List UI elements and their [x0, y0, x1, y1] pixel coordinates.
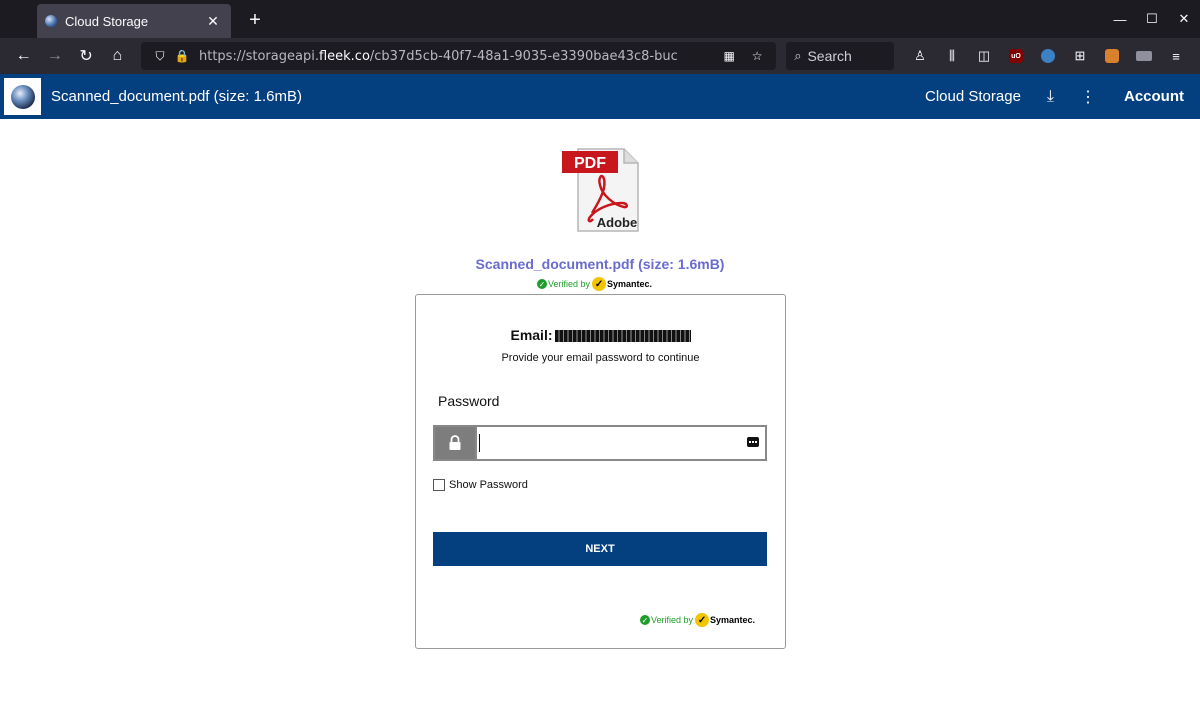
close-tab-icon[interactable]: ✕ — [205, 13, 221, 30]
text-caret — [479, 434, 480, 452]
symantec-check-icon: ✓ — [695, 613, 710, 627]
password-manager-icon[interactable] — [747, 437, 759, 447]
globe-favicon-icon — [45, 15, 57, 27]
shield-icon[interactable]: ⛉ — [149, 49, 171, 64]
email-line: Email: — [416, 327, 785, 343]
password-field-group — [433, 425, 767, 461]
main-content: PDF Adobe Scanned_document.pdf (size: 1.… — [0, 119, 1200, 720]
new-tab-icon[interactable]: + — [245, 9, 265, 32]
next-button[interactable]: NEXT — [433, 532, 767, 566]
check-circle-icon: ✓ — [537, 279, 547, 289]
extension-person-icon[interactable] — [1096, 42, 1128, 70]
sphere-logo-icon — [10, 84, 35, 109]
show-password-label: Show Password — [449, 479, 528, 491]
tab-title: Cloud Storage — [65, 13, 149, 29]
hamburger-menu-icon[interactable]: ≡ — [1160, 42, 1192, 70]
redacted-email — [554, 330, 691, 343]
bookmark-star-icon[interactable]: ☆ — [746, 49, 768, 63]
symantec-check-icon: ✓ — [592, 277, 607, 291]
email-label: Email: — [510, 327, 553, 343]
lock-icon — [435, 427, 475, 459]
check-circle-icon: ✓ — [640, 615, 650, 625]
password-input[interactable] — [475, 427, 765, 459]
lock-icon[interactable]: 🔒 — [171, 49, 193, 63]
instruction-text: Provide your email password to continue — [501, 352, 700, 364]
qr-code-icon[interactable]: ▦ — [718, 49, 740, 63]
library-icon[interactable]: ⫼ — [936, 42, 968, 70]
pdf-file-icon: PDF Adobe — [562, 148, 639, 232]
window-controls: — ☐ ✕ — [1104, 0, 1200, 38]
home-icon[interactable]: ⌂ — [102, 42, 133, 70]
show-password-toggle[interactable]: Show Password — [433, 479, 528, 491]
browser-tab[interactable]: Cloud Storage ✕ — [37, 4, 231, 38]
pdf-badge-text: PDF — [574, 155, 606, 172]
extension-toolbar: ♙ ⫼ ◫ uO ⊞ ≡ — [904, 42, 1192, 70]
search-placeholder: Search — [807, 48, 852, 64]
logo[interactable] — [4, 78, 41, 115]
file-name-heading: Scanned_document.pdf (size: 1.6mB) — [475, 256, 725, 272]
search-input[interactable]: ⌕ Search — [786, 42, 894, 70]
sidebar-icon[interactable]: ◫ — [968, 42, 1000, 70]
extensions-grid-icon[interactable]: ⊞ — [1064, 42, 1096, 70]
url-text[interactable]: https://storageapi.fleek.co/cb37d5cb-40f… — [199, 49, 712, 64]
downloads-person-icon[interactable]: ♙ — [904, 42, 936, 70]
ublock-icon[interactable]: uO — [1000, 42, 1032, 70]
forward-arrow-icon[interactable]: → — [39, 42, 70, 70]
account-link[interactable]: Account — [1124, 88, 1184, 105]
verified-badge-top: ✓ Verified by ✓ Symantec. — [537, 277, 653, 291]
show-password-checkbox[interactable] — [433, 479, 445, 491]
download-icon[interactable]: ⤓ — [1047, 88, 1054, 106]
search-icon: ⌕ — [794, 48, 802, 63]
reload-icon[interactable]: ↻ — [71, 42, 102, 70]
app-header: Scanned_document.pdf (size: 1.6mB) Cloud… — [0, 74, 1200, 119]
navigation-toolbar: ← → ↻ ⌂ ⛉ 🔒 https://storageapi.fleek.co/… — [0, 38, 1200, 74]
extension-ball-icon[interactable] — [1032, 42, 1064, 70]
minimize-icon[interactable]: — — [1104, 12, 1136, 27]
back-arrow-icon[interactable]: ← — [8, 42, 39, 70]
pdf-brand-text: Adobe — [597, 215, 637, 230]
maximize-icon[interactable]: ☐ — [1136, 11, 1168, 27]
close-window-icon[interactable]: ✕ — [1168, 11, 1200, 27]
header-file-title: Scanned_document.pdf (size: 1.6mB) — [51, 88, 302, 105]
login-card: Email: Provide your email password to co… — [415, 294, 786, 649]
tab-strip: Cloud Storage ✕ + — ☐ ✕ — [0, 0, 1200, 38]
password-label: Password — [438, 393, 500, 409]
cloud-storage-link[interactable]: Cloud Storage — [925, 88, 1021, 105]
address-bar[interactable]: ⛉ 🔒 https://storageapi.fleek.co/cb37d5cb… — [141, 42, 777, 70]
verified-badge-bottom: ✓ Verified by ✓ Symantec. — [640, 613, 756, 627]
extension-dots-icon[interactable] — [1128, 42, 1160, 70]
more-vertical-icon[interactable]: ⋮ — [1080, 87, 1096, 107]
